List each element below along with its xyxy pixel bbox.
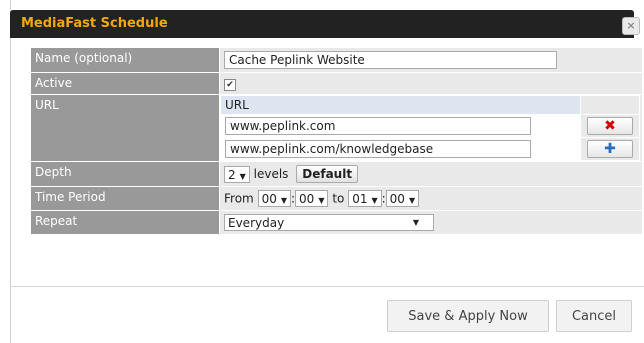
repeat-label: Repeat xyxy=(30,210,220,235)
chevron-down-icon: ▼ xyxy=(408,196,416,205)
url-column-header: URL xyxy=(220,95,581,115)
url-entry-row: ✚ xyxy=(220,137,640,161)
from-text: From xyxy=(224,191,254,206)
close-icon[interactable]: × xyxy=(622,17,640,35)
delete-icon: ✖ xyxy=(604,118,616,134)
active-label: Active xyxy=(30,72,220,95)
depth-row: Depth 2 ▼ levels Default xyxy=(30,161,643,187)
active-row: Active ✔ xyxy=(30,72,643,95)
chevron-down-icon: ▼ xyxy=(371,196,378,205)
name-row: Name (optional) xyxy=(30,47,643,73)
from-minute-select[interactable]: 00 ▼ xyxy=(295,190,329,207)
name-label: Name (optional) xyxy=(30,47,220,73)
url-entry-input[interactable] xyxy=(225,140,531,158)
url-entry-row: ✖ xyxy=(220,114,640,138)
chevron-down-icon: ▼ xyxy=(280,196,287,205)
time-period-label: Time Period xyxy=(30,186,220,211)
from-hour-select[interactable]: 00 ▼ xyxy=(257,190,291,207)
name-input[interactable] xyxy=(224,51,557,69)
repeat-select[interactable]: Everyday ▼ xyxy=(224,214,434,231)
repeat-row: Repeat Everyday ▼ xyxy=(30,210,643,235)
add-url-button[interactable]: ✚ xyxy=(587,140,633,158)
dialog-title: MediaFast Schedule xyxy=(21,16,168,31)
default-button[interactable]: Default xyxy=(296,165,359,183)
save-apply-button[interactable]: Save & Apply Now xyxy=(387,300,549,332)
url-label: URL xyxy=(30,94,220,162)
footer-divider xyxy=(10,286,644,287)
depth-unit: levels xyxy=(253,167,289,181)
delete-url-button[interactable]: ✖ xyxy=(587,117,633,135)
to-text: to xyxy=(332,191,345,206)
active-checkbox[interactable]: ✔ xyxy=(224,79,236,91)
to-minute-select[interactable]: 00 ▼ xyxy=(385,190,420,207)
cancel-button[interactable]: Cancel xyxy=(556,300,632,332)
to-hour-select[interactable]: 01 ▼ xyxy=(348,190,382,207)
depth-select[interactable]: 2 ▼ xyxy=(224,165,250,183)
schedule-form: Name (optional) Active ✔ URL URL xyxy=(30,47,643,235)
url-entry-input[interactable] xyxy=(225,117,531,135)
url-row: URL URL ✖ xyxy=(30,94,643,162)
url-table: URL ✖ ✚ xyxy=(220,95,640,161)
chevron-down-icon: ▼ xyxy=(412,218,419,227)
depth-label: Depth xyxy=(30,161,220,187)
time-period-row: Time Period From 00 ▼:00 ▼ to 01 ▼:00 ▼ xyxy=(30,186,643,211)
chevron-down-icon: ▼ xyxy=(318,196,325,205)
add-icon: ✚ xyxy=(604,141,616,157)
chevron-down-icon: ▼ xyxy=(239,171,246,181)
dialog-title-bar: MediaFast Schedule × xyxy=(10,10,640,38)
